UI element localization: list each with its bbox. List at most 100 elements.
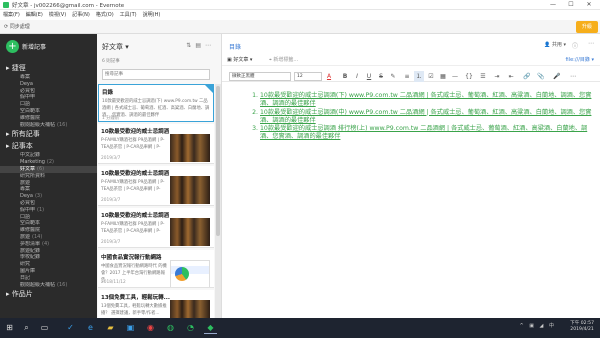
menu-edit[interactable]: 編輯(E) xyxy=(23,10,46,20)
line-icon[interactable]: ◍ xyxy=(164,322,177,334)
sync-button[interactable]: ⟳ 同步處理 xyxy=(4,23,30,30)
menu-file[interactable]: 檔案(F) xyxy=(0,10,23,20)
share-button[interactable]: 👤 共用 ▾ xyxy=(544,41,566,48)
note-card[interactable]: 13個免費工具，輕鬆玩轉... 13個免費工具，輕鬆玩轉大數據推播？ 選擇建議，新… xyxy=(98,290,214,318)
sidebar-section[interactable]: ▸ 所有記事 xyxy=(0,128,97,140)
note-card[interactable]: 目錄 10款最受歡迎的威士忌調酒(下) www.P9.com.tw 二品酒網 | … xyxy=(98,84,214,122)
more-icon[interactable]: ⋯ xyxy=(205,42,215,49)
sidebar-item[interactable]: 研究所資料 xyxy=(0,173,97,180)
sidebar-item[interactable]: 中文記錄 xyxy=(0,152,97,159)
note-body[interactable]: 10款最受歡迎的威士忌調酒(下) www.P9.com.tw 二品酒網 | 各式… xyxy=(252,92,592,142)
notebook-selector[interactable]: ▣ 好文章 ▾ xyxy=(227,56,252,63)
outdent-icon[interactable]: ⇤ xyxy=(506,71,516,82)
sidebar-item[interactable]: 好文章 (6) xyxy=(0,165,97,173)
font-family-select[interactable]: 微軟正黑體 xyxy=(229,72,291,81)
highlight-icon[interactable]: ✎ xyxy=(388,71,398,82)
sidebar-item[interactable]: 專案 xyxy=(0,186,97,193)
sidebar-item[interactable]: 必買包 xyxy=(0,88,97,95)
align-icon[interactable]: ☰ xyxy=(478,71,488,82)
sidebar-section[interactable]: ▸ 作品片 xyxy=(0,288,97,300)
sidebar-item[interactable]: 維修醫院 xyxy=(0,115,97,122)
sidebar-item[interactable]: 必買包 xyxy=(0,200,97,207)
store-icon[interactable]: ▣ xyxy=(124,322,137,334)
search-icon[interactable]: ⌕ xyxy=(20,322,33,334)
sidebar-item[interactable]: 專案 xyxy=(0,74,97,81)
sidebar-item[interactable]: 研究 xyxy=(0,261,97,268)
sidebar-item[interactable]: 觀閱超級大補帖 (16) xyxy=(0,282,97,289)
list-item-link[interactable]: 10款最受歡迎的威士忌調酒(中) www.P9.com.tw 二品酒網 | 各式… xyxy=(260,109,591,124)
sidebar-section[interactable]: ▸ 記事本 xyxy=(0,140,97,152)
sidebar-item[interactable]: 空白範本 xyxy=(0,220,97,227)
sidebar-section[interactable]: ▸ 捷徑 xyxy=(0,62,97,74)
checkbox-icon[interactable]: ☑ xyxy=(426,71,436,82)
messenger-icon[interactable]: ◔ xyxy=(184,322,197,334)
sidebar-item[interactable]: 口語 xyxy=(0,214,97,221)
bold-icon[interactable]: B xyxy=(340,71,350,82)
taskbar-clock[interactable]: 下午 02:57 2019/4/21 xyxy=(570,321,594,333)
menu-view[interactable]: 檢視(V) xyxy=(46,10,69,20)
menu-format[interactable]: 格式(O) xyxy=(93,10,117,20)
sidebar-item[interactable]: 日記 xyxy=(0,275,97,282)
close-button[interactable]: ✕ xyxy=(580,0,598,10)
maximize-button[interactable]: ☐ xyxy=(562,0,580,10)
menu-tools[interactable]: 工具(T) xyxy=(117,10,140,20)
note-card[interactable]: 10款最受歡迎的威士忌調酒 P-FAMILY購酒社群 P9品酒網 | P-TEA品… xyxy=(98,124,214,164)
minimize-button[interactable]: — xyxy=(544,0,562,10)
strikethrough-icon[interactable]: S xyxy=(376,71,386,82)
sidebar-item[interactable]: 口語 xyxy=(0,101,97,108)
chrome-icon[interactable]: ◉ xyxy=(144,322,157,334)
edge-icon[interactable]: e xyxy=(84,322,97,334)
sidebar-item[interactable]: Deya (3) xyxy=(0,193,97,200)
checkmark-app-icon[interactable]: ✓ xyxy=(64,322,77,334)
info-icon[interactable]: ⓘ xyxy=(572,41,578,50)
windows-start-icon[interactable]: ⊞ xyxy=(3,322,16,334)
sidebar-item[interactable]: 夢想清單 (4) xyxy=(0,241,97,248)
search-notes-input[interactable] xyxy=(102,69,210,80)
system-tray[interactable]: ^ ▣ ◢ 中 xyxy=(519,322,556,329)
format-more-icon[interactable]: ⋯ xyxy=(568,71,578,82)
menu-note[interactable]: 記事(N) xyxy=(69,10,93,20)
sidebar-item[interactable]: 學校紀錄 xyxy=(0,254,97,261)
note-list-scroll-thumb[interactable] xyxy=(216,86,220,236)
list-item-link[interactable]: 10款最受歡迎的威士忌調酒(下) www.P9.com.tw 二品酒網 | 各式… xyxy=(260,92,591,107)
sidebar-item[interactable]: 圖片庫 xyxy=(0,268,97,275)
sidebar-item[interactable]: Deya xyxy=(0,81,97,88)
source-url[interactable]: file:///目錄 ▾ xyxy=(566,56,594,63)
sidebar-item[interactable]: 維修醫院 xyxy=(0,227,97,234)
sidebar-item[interactable]: 觀閱超級大補帖 (16) xyxy=(0,122,97,129)
italic-icon[interactable]: I xyxy=(352,71,362,82)
sidebar-item[interactable]: 旅遊 xyxy=(0,180,97,187)
add-tag-input[interactable]: ⌖ 新增標籤... xyxy=(269,56,298,63)
audio-icon[interactable]: 🎤 xyxy=(552,71,562,82)
new-note-button[interactable]: + 新增記事 xyxy=(6,40,46,54)
evernote-taskbar-icon[interactable]: ◆ xyxy=(204,322,217,334)
sidebar-item[interactable]: 假中甲 xyxy=(0,94,97,101)
file-explorer-icon[interactable]: ▰ xyxy=(104,322,117,334)
text-color-icon[interactable]: A xyxy=(324,71,334,82)
attachment-icon[interactable]: 📎 xyxy=(536,71,546,82)
divider-icon[interactable]: — xyxy=(450,71,460,82)
task-view-icon[interactable]: ▭ xyxy=(38,322,51,334)
list-item-link[interactable]: 10款最受歡迎的威士忌調酒 排行榜(上) www.P9.com.tw 二品酒網 … xyxy=(260,125,587,140)
sidebar-item[interactable]: 旅遊紀錄 xyxy=(0,248,97,255)
note-card[interactable]: 10款最受歡迎的威士忌調酒 P-FAMILY購酒社群 P9品酒網 | P-TEA品… xyxy=(98,166,214,206)
indent-icon[interactable]: ⇥ xyxy=(492,71,502,82)
sidebar-item[interactable]: 空白範本 xyxy=(0,108,97,115)
underline-icon[interactable]: U xyxy=(364,71,374,82)
sort-icon[interactable]: ⇅ xyxy=(186,42,195,49)
more-options-icon[interactable]: ⋯ xyxy=(588,40,594,47)
note-title[interactable]: 目錄 xyxy=(229,42,241,51)
note-card[interactable]: 中國食品實況報行動網路 中國食品實況報行動網路時代 的機會？2017 上半年台灣行… xyxy=(98,250,214,288)
sidebar-item[interactable]: Marketing (2) xyxy=(0,159,97,166)
upgrade-button[interactable]: 升級 xyxy=(576,21,598,33)
note-card[interactable]: 10款最受歡迎的威士忌調酒 P-FAMILY購酒社群 P9品酒網 | P-TEA品… xyxy=(98,208,214,248)
font-size-select[interactable]: 12 xyxy=(294,72,322,81)
table-icon[interactable]: ▦ xyxy=(438,71,448,82)
link-icon[interactable]: 🔗 xyxy=(522,71,532,82)
sidebar-item[interactable]: 假中甲 (1) xyxy=(0,207,97,214)
code-block-icon[interactable]: {} xyxy=(464,71,474,82)
sidebar-item[interactable]: 旅遊 (14) xyxy=(0,234,97,241)
list-icon[interactable]: ≡ xyxy=(402,71,412,82)
view-options-icon[interactable]: ▤ xyxy=(195,42,205,49)
notebook-title[interactable]: 好文章 ▾ xyxy=(102,42,129,52)
